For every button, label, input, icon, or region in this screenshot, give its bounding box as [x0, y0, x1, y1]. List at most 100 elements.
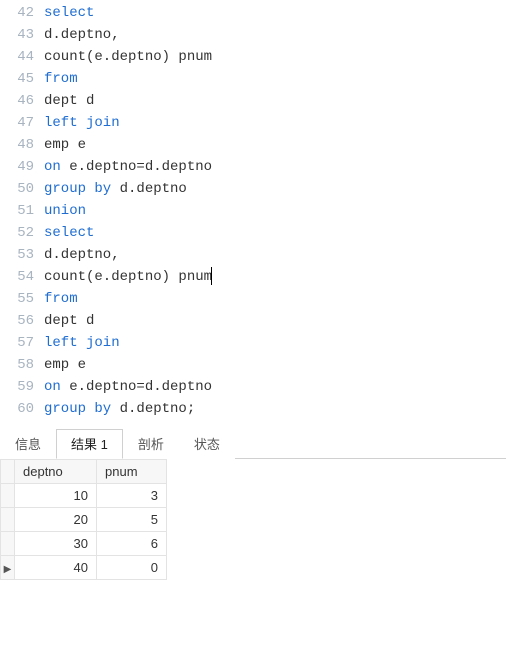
tab-status[interactable]: 状态 [179, 429, 235, 459]
code-content[interactable]: union [44, 200, 506, 222]
tab-info[interactable]: 信息 [0, 429, 56, 459]
code-content[interactable]: left join [44, 112, 506, 134]
line-number: 52 [0, 222, 44, 244]
code-content[interactable]: from [44, 68, 506, 90]
code-content[interactable]: d.deptno, [44, 244, 506, 266]
line-number: 60 [0, 398, 44, 420]
keyword-token: union [44, 203, 86, 219]
editor-line[interactable]: 42select [0, 2, 506, 24]
editor-line[interactable]: 56dept d [0, 310, 506, 332]
code-content[interactable]: emp e [44, 354, 506, 376]
editor-line[interactable]: 55from [0, 288, 506, 310]
editor-line[interactable]: 46dept d [0, 90, 506, 112]
text-token: dept d [44, 93, 94, 109]
line-number: 47 [0, 112, 44, 134]
row-indicator [1, 532, 15, 556]
cell-deptno[interactable]: 10 [15, 484, 97, 508]
editor-line[interactable]: 53d.deptno, [0, 244, 506, 266]
cell-deptno[interactable]: 20 [15, 508, 97, 532]
column-header-pnum[interactable]: pnum [97, 460, 167, 484]
editor-line[interactable]: 59on e.deptno=d.deptno [0, 376, 506, 398]
table-row[interactable]: 103 [1, 484, 167, 508]
line-number: 54 [0, 266, 44, 288]
table-row[interactable]: 205 [1, 508, 167, 532]
code-content[interactable]: on e.deptno=d.deptno [44, 376, 506, 398]
line-number: 55 [0, 288, 44, 310]
line-number: 57 [0, 332, 44, 354]
table-row[interactable]: ▶400 [1, 556, 167, 580]
keyword-token: select [44, 5, 94, 21]
line-number: 56 [0, 310, 44, 332]
column-header-deptno[interactable]: deptno [15, 460, 97, 484]
editor-line[interactable]: 52select [0, 222, 506, 244]
keyword-token: from [44, 71, 78, 87]
keyword-token: left join [44, 115, 120, 131]
keyword-token: group by [44, 401, 120, 417]
cell-pnum[interactable]: 5 [97, 508, 167, 532]
text-token: count(e.deptno) pnum [44, 269, 212, 285]
code-content[interactable]: emp e [44, 134, 506, 156]
editor-line[interactable]: 48emp e [0, 134, 506, 156]
code-content[interactable]: from [44, 288, 506, 310]
line-number: 58 [0, 354, 44, 376]
editor-line[interactable]: 45from [0, 68, 506, 90]
editor-line[interactable]: 51union [0, 200, 506, 222]
editor-line[interactable]: 60group by d.deptno; [0, 398, 506, 420]
code-content[interactable]: d.deptno, [44, 24, 506, 46]
editor-line[interactable]: 50group by d.deptno [0, 178, 506, 200]
code-content[interactable]: group by d.deptno [44, 178, 506, 200]
editor-line[interactable]: 44count(e.deptno) pnum [0, 46, 506, 68]
keyword-token: group by [44, 181, 120, 197]
text-token: d.deptno, [44, 27, 120, 43]
text-token: emp e [44, 357, 86, 373]
cell-pnum[interactable]: 6 [97, 532, 167, 556]
line-number: 43 [0, 24, 44, 46]
keyword-token: on [44, 379, 69, 395]
editor-line[interactable]: 43d.deptno, [0, 24, 506, 46]
result-grid[interactable]: deptnopnum103205306▶400 [0, 459, 167, 580]
table-row[interactable]: 306 [1, 532, 167, 556]
text-token: d.deptno [120, 181, 187, 197]
row-indicator [1, 508, 15, 532]
text-token: count(e.deptno) pnum [44, 49, 212, 65]
text-token: d.deptno; [120, 401, 196, 417]
code-content[interactable]: count(e.deptno) pnum [44, 266, 506, 288]
sql-editor[interactable]: 42select43d.deptno,44count(e.deptno) pnu… [0, 0, 506, 426]
code-content[interactable]: on e.deptno=d.deptno [44, 156, 506, 178]
cell-deptno[interactable]: 30 [15, 532, 97, 556]
line-number: 42 [0, 2, 44, 24]
editor-line[interactable]: 49on e.deptno=d.deptno [0, 156, 506, 178]
line-number: 59 [0, 376, 44, 398]
code-content[interactable]: count(e.deptno) pnum [44, 46, 506, 68]
keyword-token: left join [44, 335, 120, 351]
keyword-token: select [44, 225, 94, 241]
keyword-token: from [44, 291, 78, 307]
code-content[interactable]: group by d.deptno; [44, 398, 506, 420]
line-number: 44 [0, 46, 44, 68]
row-indicator: ▶ [1, 556, 15, 580]
editor-line[interactable]: 54count(e.deptno) pnum [0, 266, 506, 288]
text-token: emp e [44, 137, 86, 153]
current-row-icon: ▶ [4, 564, 12, 575]
cell-pnum[interactable]: 0 [97, 556, 167, 580]
code-content[interactable]: select [44, 222, 506, 244]
code-content[interactable]: left join [44, 332, 506, 354]
line-number: 49 [0, 156, 44, 178]
row-header-corner [1, 460, 15, 484]
text-token: e.deptno=d.deptno [69, 379, 212, 395]
tab-profile[interactable]: 剖析 [123, 429, 179, 459]
line-number: 46 [0, 90, 44, 112]
editor-line[interactable]: 47left join [0, 112, 506, 134]
cell-pnum[interactable]: 3 [97, 484, 167, 508]
editor-line[interactable]: 57left join [0, 332, 506, 354]
text-cursor [211, 267, 212, 285]
code-content[interactable]: select [44, 2, 506, 24]
code-content[interactable]: dept d [44, 90, 506, 112]
code-content[interactable]: dept d [44, 310, 506, 332]
cell-deptno[interactable]: 40 [15, 556, 97, 580]
line-number: 50 [0, 178, 44, 200]
line-number: 53 [0, 244, 44, 266]
editor-line[interactable]: 58emp e [0, 354, 506, 376]
tab-result1[interactable]: 结果 1 [56, 429, 123, 459]
keyword-token: on [44, 159, 69, 175]
